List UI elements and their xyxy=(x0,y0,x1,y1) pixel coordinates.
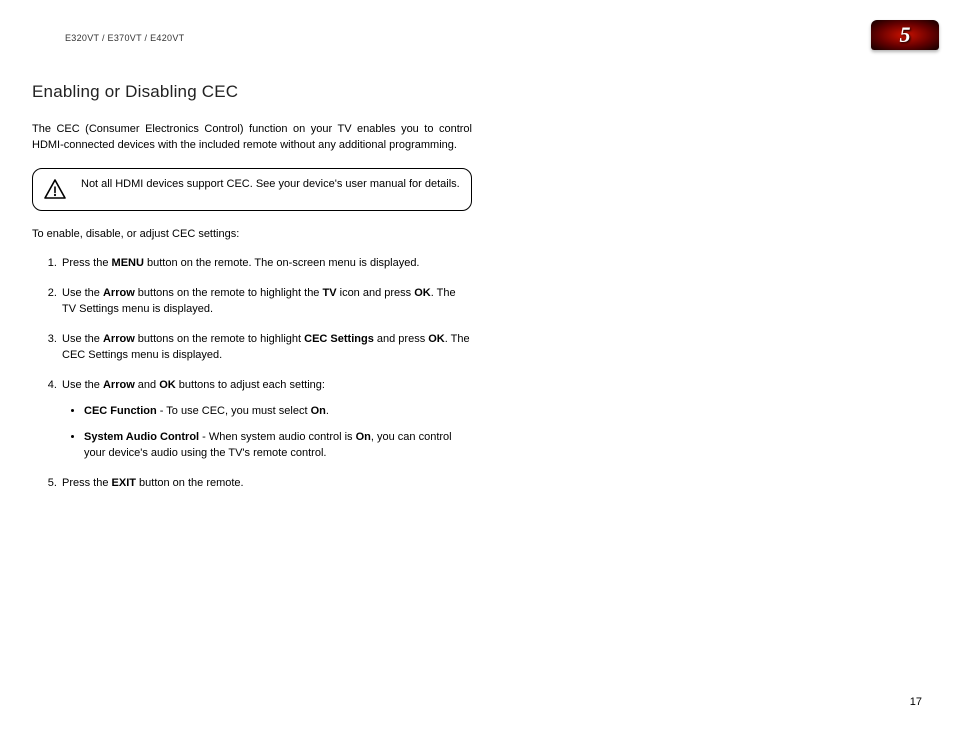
steps-list: Press the MENU button on the remote. The… xyxy=(32,256,472,491)
page-number: 17 xyxy=(910,695,922,710)
text-bold: CEC Function xyxy=(84,405,157,417)
text: buttons on the remote to highlight the xyxy=(135,287,323,299)
text-bold: On xyxy=(311,405,326,417)
step-1: Press the MENU button on the remote. The… xyxy=(60,256,472,272)
text-bold: System Audio Control xyxy=(84,431,199,443)
text: - To use CEC, you must select xyxy=(157,405,311,417)
text: Use the xyxy=(62,379,103,391)
text-bold: EXIT xyxy=(112,477,136,489)
text-bold: CEC Settings xyxy=(304,333,374,345)
text: button on the remote. xyxy=(136,477,244,489)
text: Use the xyxy=(62,287,103,299)
text: - When system audio control is xyxy=(199,431,356,443)
text: button on the remote. The on-screen menu… xyxy=(144,257,420,269)
caution-note: Not all HDMI devices support CEC. See yo… xyxy=(32,168,472,211)
text-bold: MENU xyxy=(112,257,144,269)
header-model-label: E320VT / E370VT / E420VT xyxy=(65,32,184,45)
lead-in-text: To enable, disable, or adjust CEC settin… xyxy=(32,227,472,242)
text-bold: Arrow xyxy=(103,333,135,345)
step-2: Use the Arrow buttons on the remote to h… xyxy=(60,286,472,318)
bullet-system-audio: System Audio Control - When system audio… xyxy=(84,430,472,462)
text: and xyxy=(135,379,159,391)
text: Press the xyxy=(62,477,112,489)
text: buttons on the remote to highlight xyxy=(135,333,304,345)
warning-icon xyxy=(43,178,67,202)
text-bold: OK xyxy=(428,333,445,345)
step-5: Press the EXIT button on the remote. xyxy=(60,476,472,492)
text-bold: On xyxy=(356,431,371,443)
text: Press the xyxy=(62,257,112,269)
text: and press xyxy=(374,333,428,345)
section-title: Enabling or Disabling CEC xyxy=(32,80,472,104)
text: buttons to adjust each setting: xyxy=(176,379,325,391)
text-bold: Arrow xyxy=(103,287,135,299)
bullet-cec-function: CEC Function - To use CEC, you must sele… xyxy=(84,404,472,420)
text-bold: OK xyxy=(159,379,176,391)
chapter-number: 5 xyxy=(900,20,911,51)
text: . xyxy=(326,405,329,417)
text-bold: OK xyxy=(414,287,431,299)
note-text: Not all HDMI devices support CEC. See yo… xyxy=(81,177,461,192)
page-content: Enabling or Disabling CEC The CEC (Consu… xyxy=(32,80,472,505)
text: icon and press xyxy=(337,287,415,299)
chapter-tab: 5 xyxy=(871,20,939,50)
text-bold: Arrow xyxy=(103,379,135,391)
text-bold: TV xyxy=(323,287,337,299)
step-4-bullets: CEC Function - To use CEC, you must sele… xyxy=(62,404,472,462)
text: Use the xyxy=(62,333,103,345)
intro-paragraph: The CEC (Consumer Electronics Control) f… xyxy=(32,122,472,154)
step-3: Use the Arrow buttons on the remote to h… xyxy=(60,332,472,364)
step-4: Use the Arrow and OK buttons to adjust e… xyxy=(60,378,472,462)
